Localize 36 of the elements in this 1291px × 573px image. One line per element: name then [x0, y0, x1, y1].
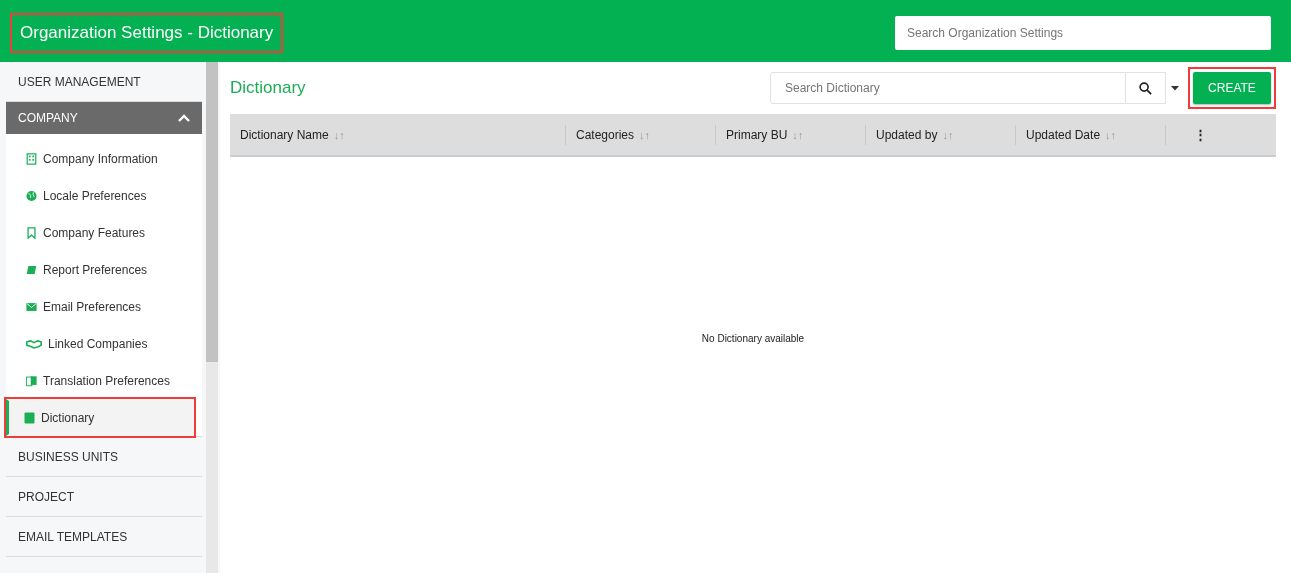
- translate-icon: [26, 374, 37, 387]
- search-field[interactable]: Search Dictionary: [770, 72, 1126, 104]
- column-header[interactable]: Dictionary Name: [240, 127, 329, 142]
- sidebar-item[interactable]: Translation Preferences: [6, 362, 194, 399]
- search-field[interactable]: Search Organization Settings: [895, 16, 1271, 50]
- caret-icon: [1171, 85, 1179, 91]
- bookmark-icon: [26, 226, 37, 239]
- sidebar-item[interactable]: Dictionary: [6, 399, 194, 436]
- column-header[interactable]: Primary BU: [726, 127, 788, 142]
- book-icon: [26, 263, 37, 276]
- sidebar-item[interactable]: Locale Preferences: [6, 177, 194, 214]
- column-header[interactable]: Updated by: [876, 127, 938, 142]
- sidebar-item[interactable]: Company Features: [6, 214, 194, 251]
- scrollbar[interactable]: [206, 62, 218, 573]
- sidebar-section[interactable]: EMAIL TEMPLATES: [6, 517, 202, 557]
- column-header[interactable]: Updated Date: [1026, 127, 1101, 142]
- section-title: Dictionary: [230, 78, 307, 98]
- envelope-icon: [26, 300, 37, 313]
- chevron-up-icon: [178, 114, 190, 122]
- search-icon: [1139, 81, 1152, 95]
- sidebar-item[interactable]: Email Preferences: [6, 288, 194, 325]
- empty-message: No Dictionary available: [701, 333, 805, 344]
- building-icon: [26, 152, 37, 165]
- column-header[interactable]: Categories: [576, 127, 635, 142]
- handshake-icon: [26, 337, 42, 350]
- page-title: Organization Settings - Dictionary: [10, 13, 284, 53]
- sidebar-section[interactable]: PROJECT: [6, 477, 202, 517]
- globe-icon: [26, 189, 37, 202]
- sidebar-section[interactable]: COMPANY: [6, 102, 202, 134]
- book-icon: [24, 411, 35, 424]
- sidebar-item[interactable]: Linked Companies: [6, 325, 194, 362]
- menu-icon[interactable]: ⋮: [1194, 127, 1207, 142]
- sidebar-item[interactable]: Company Information: [6, 140, 194, 177]
- sidebar-section[interactable]: BUSINESS UNITS: [6, 437, 202, 477]
- sidebar-item[interactable]: Report Preferences: [6, 251, 194, 288]
- search-button[interactable]: [1126, 72, 1166, 104]
